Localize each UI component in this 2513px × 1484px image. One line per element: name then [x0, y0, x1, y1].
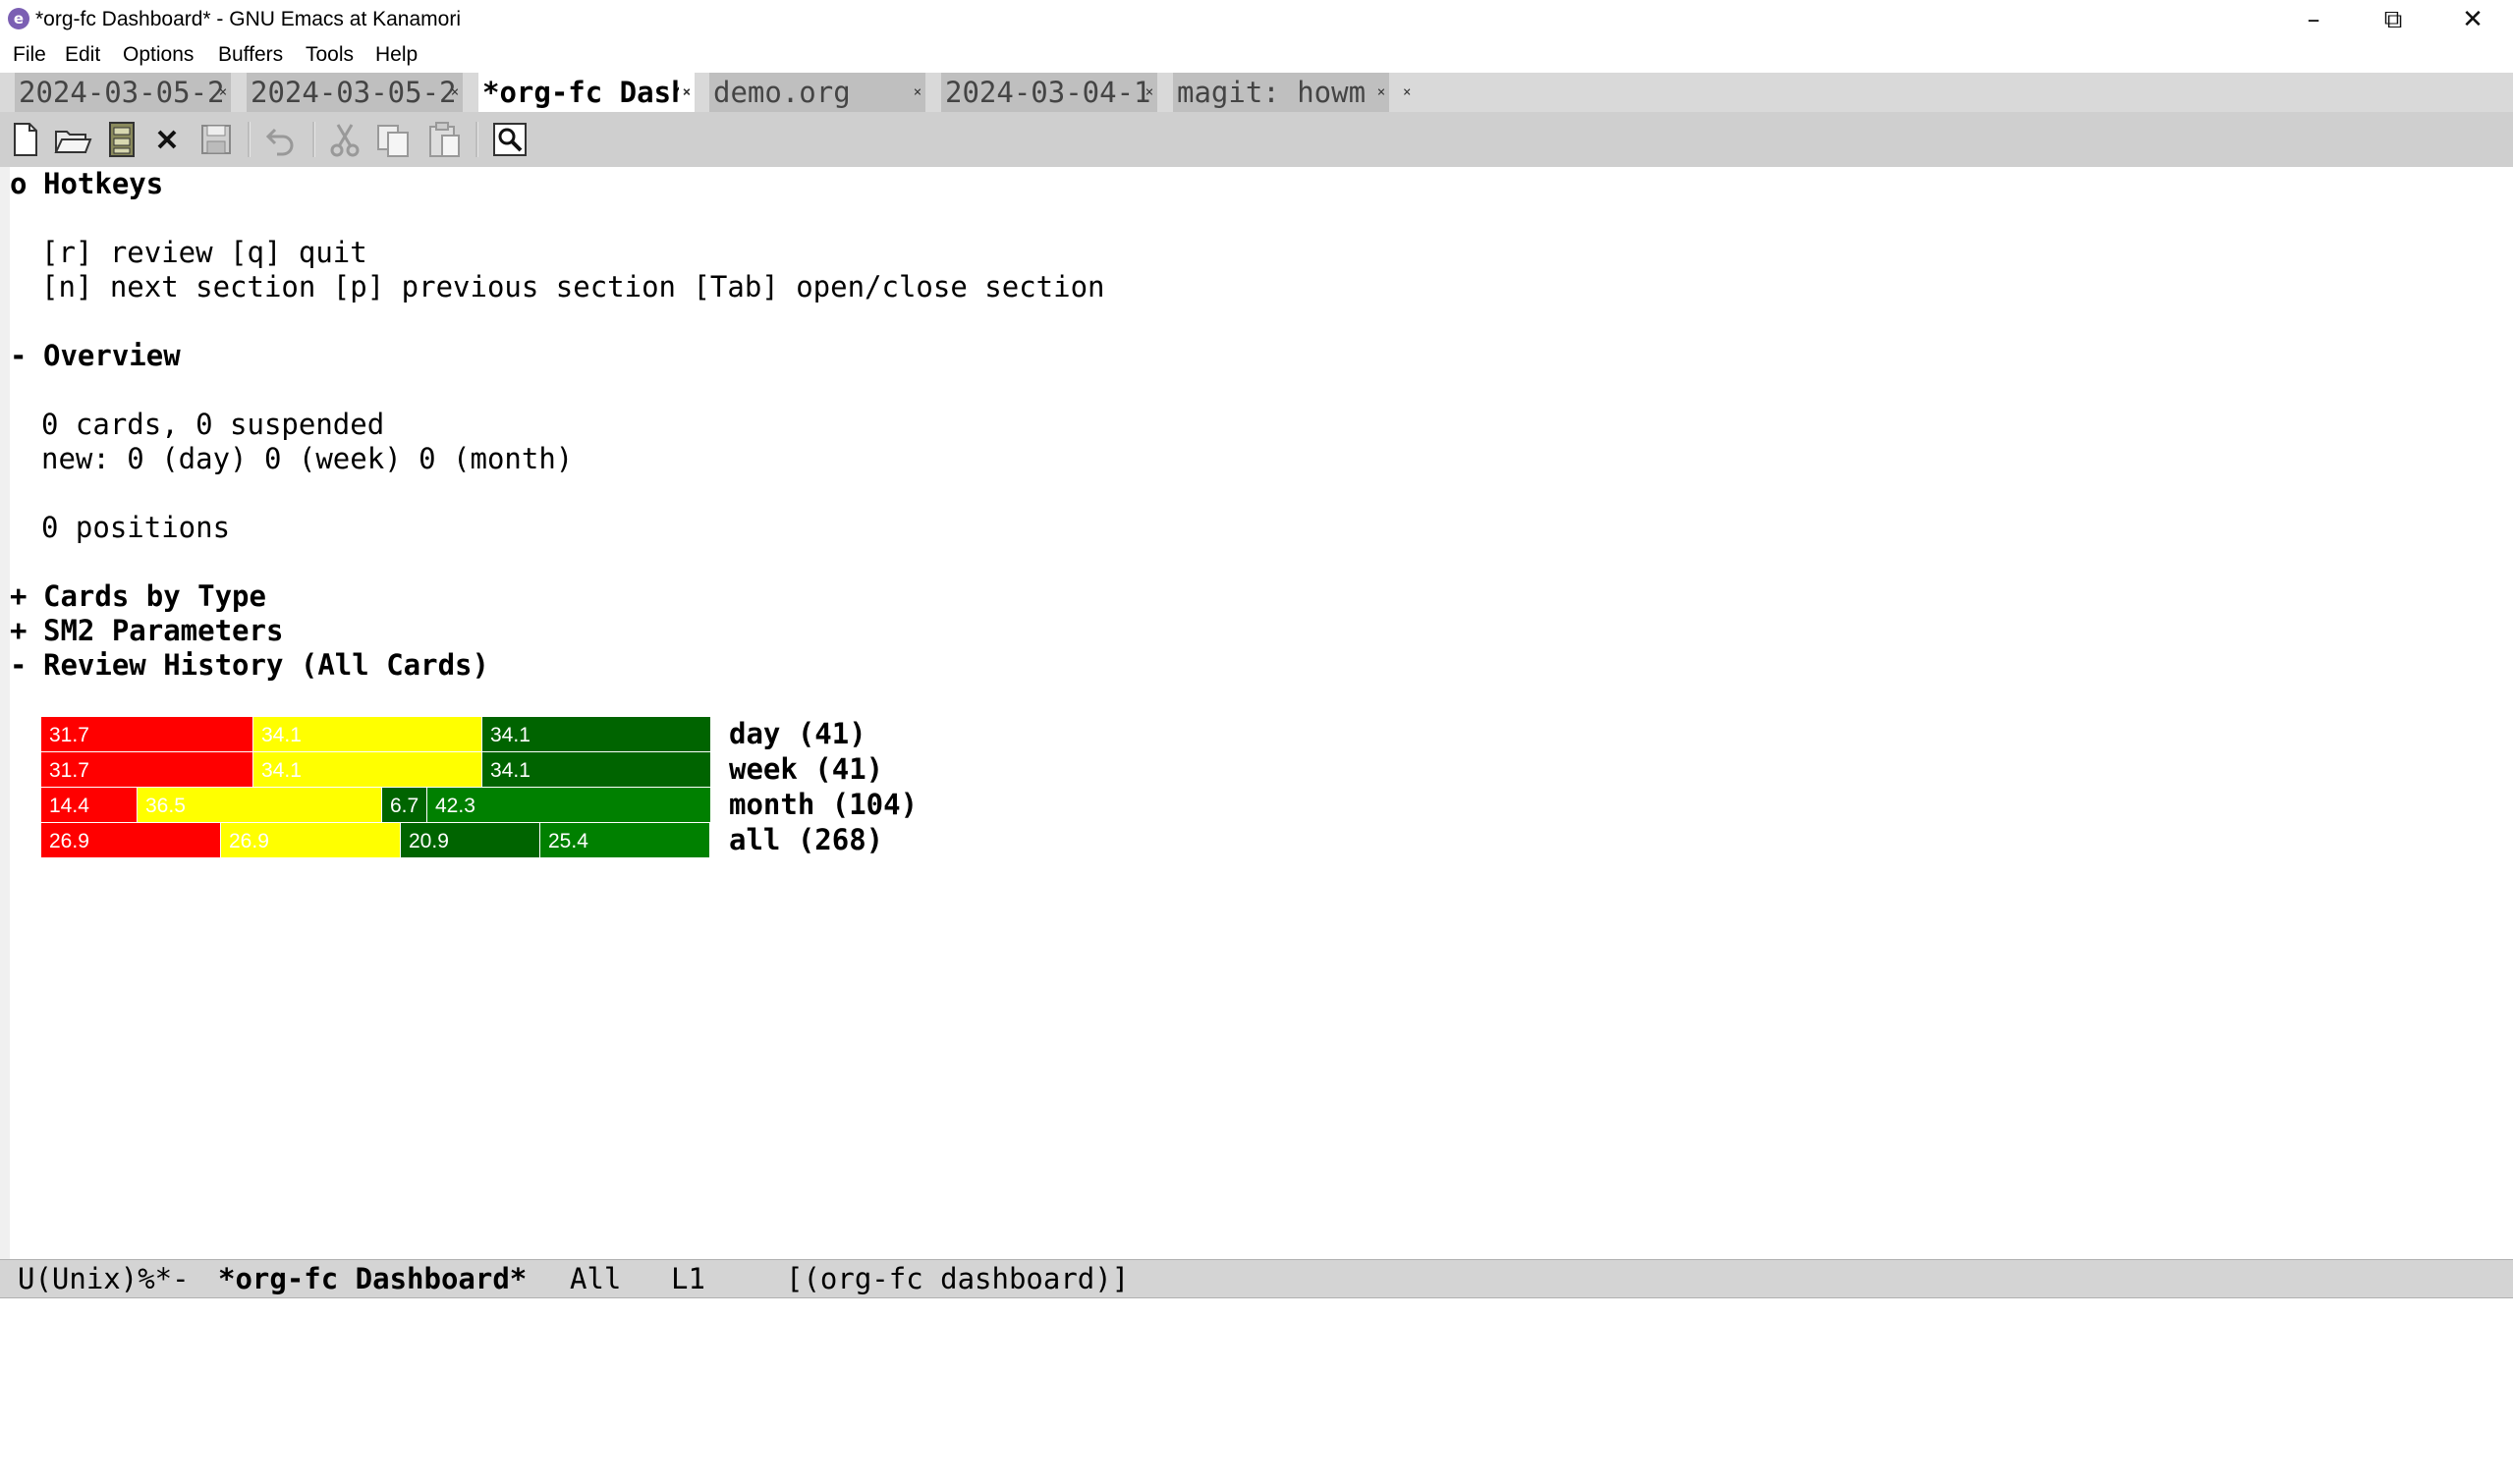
overview-cards: 0 cards, 0 suspended — [41, 408, 385, 441]
tab-close-icon[interactable]: × — [910, 73, 925, 112]
section-review-history[interactable]: - Review History (All Cards) — [10, 648, 489, 683]
tab-buffer-2[interactable]: 2024-03-05-2 × — [247, 73, 463, 112]
tab-label: 2024-03-04-1 — [945, 76, 1151, 109]
overview-new: new: 0 (day) 0 (week) 0 (month) — [41, 442, 574, 475]
chart-row-label: day (41) — [729, 717, 866, 750]
tab-buffer-5[interactable]: 2024-03-04-1 × — [941, 73, 1157, 112]
chart-row: 31.7 34.1 34.1 week (41) — [41, 752, 1024, 787]
tab-close-icon[interactable]: × — [447, 73, 463, 112]
chart-bar-segment: 20.9 — [401, 823, 540, 857]
hotkeys-line: [r] review [q] quit — [41, 236, 367, 269]
section-sm2-parameters[interactable]: + SM2 Parameters — [10, 614, 283, 648]
tab-close-icon[interactable]: × — [1373, 73, 1389, 112]
section-marker: - — [10, 339, 28, 372]
chart-bar-segment: 31.7 — [41, 752, 253, 787]
toolbar-separator — [312, 122, 315, 157]
overview-positions: 0 positions — [41, 511, 231, 544]
window-title: *org-fc Dashboard* - GNU Emacs at Kanamo… — [35, 8, 461, 30]
cut-icon[interactable] — [325, 120, 364, 159]
buffer-area[interactable]: o Hotkeys [r] review [q] quit [n] next se… — [0, 167, 2513, 1259]
modeline-buffer-name[interactable]: *org-fc Dashboard* — [218, 1260, 527, 1297]
menu-edit[interactable]: Edit — [65, 43, 100, 67]
chart-bar-segment: 34.1 — [253, 717, 482, 751]
section-hotkeys[interactable]: o Hotkeys — [10, 167, 163, 201]
section-marker: - — [10, 648, 28, 682]
chart-row: 31.7 34.1 34.1 day (41) — [41, 717, 1024, 751]
chart-row-label: week (41) — [729, 752, 884, 786]
tab-magit-howm[interactable]: magit: howm × — [1173, 73, 1389, 112]
open-file-icon[interactable] — [53, 120, 92, 159]
chart-bar-segment: 34.1 — [482, 752, 711, 787]
restore-icon[interactable]: ⧉ — [2354, 0, 2432, 39]
chart-bar-segment: 6.7 — [382, 788, 427, 822]
section-title: Cards by Type — [43, 579, 266, 613]
tab-line-close-icon[interactable]: × — [1403, 73, 1411, 112]
modeline-status: U(Unix)%*- — [18, 1262, 190, 1295]
chart-bar-segment: 25.4 — [540, 823, 710, 857]
toolbar-separator — [475, 122, 478, 157]
chart-bar-segment: 42.3 — [427, 788, 711, 822]
section-title: SM2 Parameters — [43, 614, 284, 647]
chart-bar-segment: 34.1 — [253, 752, 482, 787]
emacs-icon: e — [8, 8, 29, 29]
paste-icon[interactable] — [424, 120, 464, 159]
tab-label: 2024-03-05-2 — [19, 76, 225, 109]
tab-label: *org-fc Dash — [482, 76, 689, 109]
tab-buffer-1[interactable]: 2024-03-05-2 × — [15, 73, 231, 112]
copy-icon[interactable] — [373, 120, 413, 159]
section-cards-by-type[interactable]: + Cards by Type — [10, 579, 266, 614]
menu-tools[interactable]: Tools — [306, 43, 354, 67]
menu-bar: File Edit Options Buffers Tools Help — [0, 39, 2513, 73]
tab-label: demo.org — [713, 76, 851, 109]
dired-icon[interactable] — [102, 120, 141, 159]
title-bar: e *org-fc Dashboard* - GNU Emacs at Kana… — [0, 0, 2513, 39]
modeline-position: All — [570, 1262, 622, 1295]
tab-line: 2024-03-05-2 × 2024-03-05-2 × *org-fc Da… — [0, 73, 2513, 112]
chart-bar-segment: 26.9 — [221, 823, 401, 857]
menu-buffers[interactable]: Buffers — [218, 43, 283, 67]
tab-close-icon[interactable]: × — [1142, 73, 1157, 112]
menu-help[interactable]: Help — [375, 43, 418, 67]
close-icon[interactable]: ✕ — [2433, 0, 2512, 39]
undo-icon[interactable] — [261, 120, 301, 159]
mode-line: U(Unix)%*- *org-fc Dashboard* All L1 [(o… — [0, 1259, 2513, 1298]
menu-options[interactable]: Options — [123, 43, 194, 67]
chart-row: 14.4 36.5 6.7 42.3 month (104) — [41, 788, 1024, 822]
tab-org-fc-dashboard[interactable]: *org-fc Dash × — [478, 73, 695, 112]
chart-bar-segment: 34.1 — [482, 717, 711, 751]
chart-bar-segment: 31.7 — [41, 717, 253, 751]
chart-bar-segment: 14.4 — [41, 788, 138, 822]
section-title: Hotkeys — [43, 167, 164, 200]
chart-row: 26.9 26.9 20.9 25.4 all (268) — [41, 823, 1024, 857]
tool-bar — [0, 112, 2513, 168]
search-icon[interactable] — [490, 120, 530, 159]
echo-area — [0, 1298, 2513, 1334]
new-file-icon[interactable] — [6, 120, 45, 159]
save-icon[interactable] — [196, 120, 236, 159]
section-title: Overview — [43, 339, 181, 372]
section-marker: + — [10, 614, 28, 647]
tab-close-icon[interactable]: × — [215, 73, 231, 112]
chart-row-label: all (268) — [729, 823, 884, 856]
hotkeys-line: [n] next section [p] previous section [T… — [41, 270, 1105, 303]
kill-buffer-icon[interactable] — [147, 120, 187, 159]
menu-file[interactable]: File — [13, 43, 46, 67]
chart-bar-segment: 26.9 — [41, 823, 221, 857]
minimize-icon[interactable]: – — [2274, 0, 2353, 39]
tab-demo-org[interactable]: demo.org × — [709, 73, 925, 112]
modeline-mode[interactable]: [(org-fc dashboard)] — [786, 1260, 1129, 1297]
chart-row-label: month (104) — [729, 788, 919, 821]
tab-label: magit: howm — [1177, 76, 1367, 109]
tab-close-icon[interactable]: × — [679, 73, 695, 112]
section-title: Review History (All Cards) — [43, 648, 489, 682]
section-overview[interactable]: - Overview — [10, 339, 181, 373]
modeline-line: L1 — [671, 1262, 705, 1295]
toolbar-separator — [248, 122, 251, 157]
chart-bar-segment: 36.5 — [138, 788, 382, 822]
section-marker: + — [10, 579, 28, 613]
section-marker: o — [10, 167, 28, 200]
tab-label: 2024-03-05-2 — [251, 76, 457, 109]
